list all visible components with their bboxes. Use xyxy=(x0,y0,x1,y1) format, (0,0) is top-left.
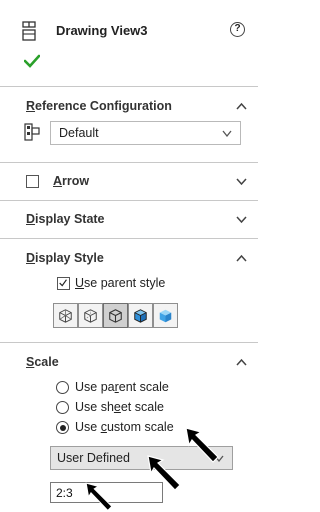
use-parent-style-checkbox[interactable] xyxy=(57,277,70,290)
shaded-button[interactable] xyxy=(153,303,178,328)
shaded-icon xyxy=(159,309,172,323)
reference-configuration-title[interactable]: Reference Configuration xyxy=(26,99,172,113)
display-state-title-mnemonic: D xyxy=(26,212,36,226)
display-style-title-text: isplay Style xyxy=(35,251,104,265)
chevron-up-icon[interactable] xyxy=(236,254,247,262)
drawing-view-icon xyxy=(22,21,36,41)
panel-title: Drawing View3 xyxy=(56,23,148,38)
scale-preset-value: User Defined xyxy=(57,451,130,465)
use-sheet-scale-label-post: et scale xyxy=(120,400,164,414)
use-parent-scale-radio[interactable] xyxy=(56,381,69,394)
chevron-up-icon[interactable] xyxy=(236,102,247,110)
use-parent-scale-label[interactable]: Use parent scale xyxy=(75,380,169,394)
arrow-section: Arrow xyxy=(0,162,258,200)
pointer-arrow-icon xyxy=(85,482,113,512)
use-parent-style-mnemonic: U xyxy=(75,276,85,290)
configuration-icon xyxy=(24,123,40,141)
shaded-with-edges-icon xyxy=(134,309,147,323)
hidden-lines-visible-button[interactable] xyxy=(78,303,103,328)
hidden-lines-removed-button[interactable] xyxy=(103,303,128,328)
display-style-buttons xyxy=(53,303,180,329)
use-custom-scale-label[interactable]: Use custom scale xyxy=(75,420,174,434)
use-parent-style-label-text: se parent style xyxy=(84,276,166,290)
arrow-checkbox[interactable] xyxy=(26,175,39,188)
property-manager-panel: Drawing View3 ? Reference Configuration … xyxy=(0,0,258,512)
use-parent-style-label[interactable]: Use parent style xyxy=(75,276,165,290)
display-style-title-mnemonic: D xyxy=(26,251,36,265)
hidden-lines-removed-icon xyxy=(109,309,122,323)
use-sheet-scale-label[interactable]: Use sheet scale xyxy=(75,400,164,414)
arrow-title-text: rrow xyxy=(62,174,90,188)
help-icon[interactable]: ? xyxy=(230,22,245,37)
scale-title[interactable]: Scale xyxy=(26,355,59,369)
shaded-with-edges-button[interactable] xyxy=(128,303,153,328)
pointer-arrow-icon xyxy=(147,455,181,491)
use-custom-scale-radio[interactable] xyxy=(56,421,69,434)
display-state-title-text: isplay State xyxy=(35,212,105,226)
reference-configuration-title-mnemonic: R xyxy=(26,99,36,113)
display-state-section: Display State xyxy=(0,200,258,238)
checkmark-icon xyxy=(59,279,67,287)
arrow-title-mnemonic: A xyxy=(53,174,63,188)
custom-scale-value: 2:3 xyxy=(56,486,73,500)
ok-checkmark-icon[interactable] xyxy=(24,54,40,68)
arrow-title[interactable]: Arrow xyxy=(53,174,89,188)
chevron-down-icon[interactable] xyxy=(236,178,247,186)
configuration-dropdown[interactable]: Default xyxy=(50,121,241,145)
use-custom-scale-label-post: ustom scale xyxy=(106,420,174,434)
reference-configuration-title-text: eference Configuration xyxy=(35,99,172,113)
use-sheet-scale-label-pre: Use sh xyxy=(75,400,114,414)
use-sheet-scale-mnemonic: e xyxy=(113,400,121,414)
use-parent-scale-label-pre: Use pa xyxy=(75,380,115,394)
display-style-title[interactable]: Display Style xyxy=(26,251,104,265)
wireframe-button[interactable] xyxy=(53,303,78,328)
use-sheet-scale-radio[interactable] xyxy=(56,401,69,414)
scale-title-text: cale xyxy=(34,355,59,369)
chevron-down-icon[interactable] xyxy=(236,216,247,224)
pointer-arrow-icon xyxy=(185,427,219,463)
use-parent-scale-label-post: ent scale xyxy=(118,380,169,394)
display-state-title[interactable]: Display State xyxy=(26,212,105,226)
chevron-down-icon xyxy=(222,130,232,137)
chevron-up-icon[interactable] xyxy=(236,358,247,366)
configuration-value: Default xyxy=(59,126,99,140)
hidden-lines-visible-icon xyxy=(84,309,97,323)
wireframe-icon xyxy=(59,309,72,323)
panel-header: Drawing View3 ? xyxy=(0,0,258,86)
use-custom-scale-label-pre: Use xyxy=(75,420,101,434)
